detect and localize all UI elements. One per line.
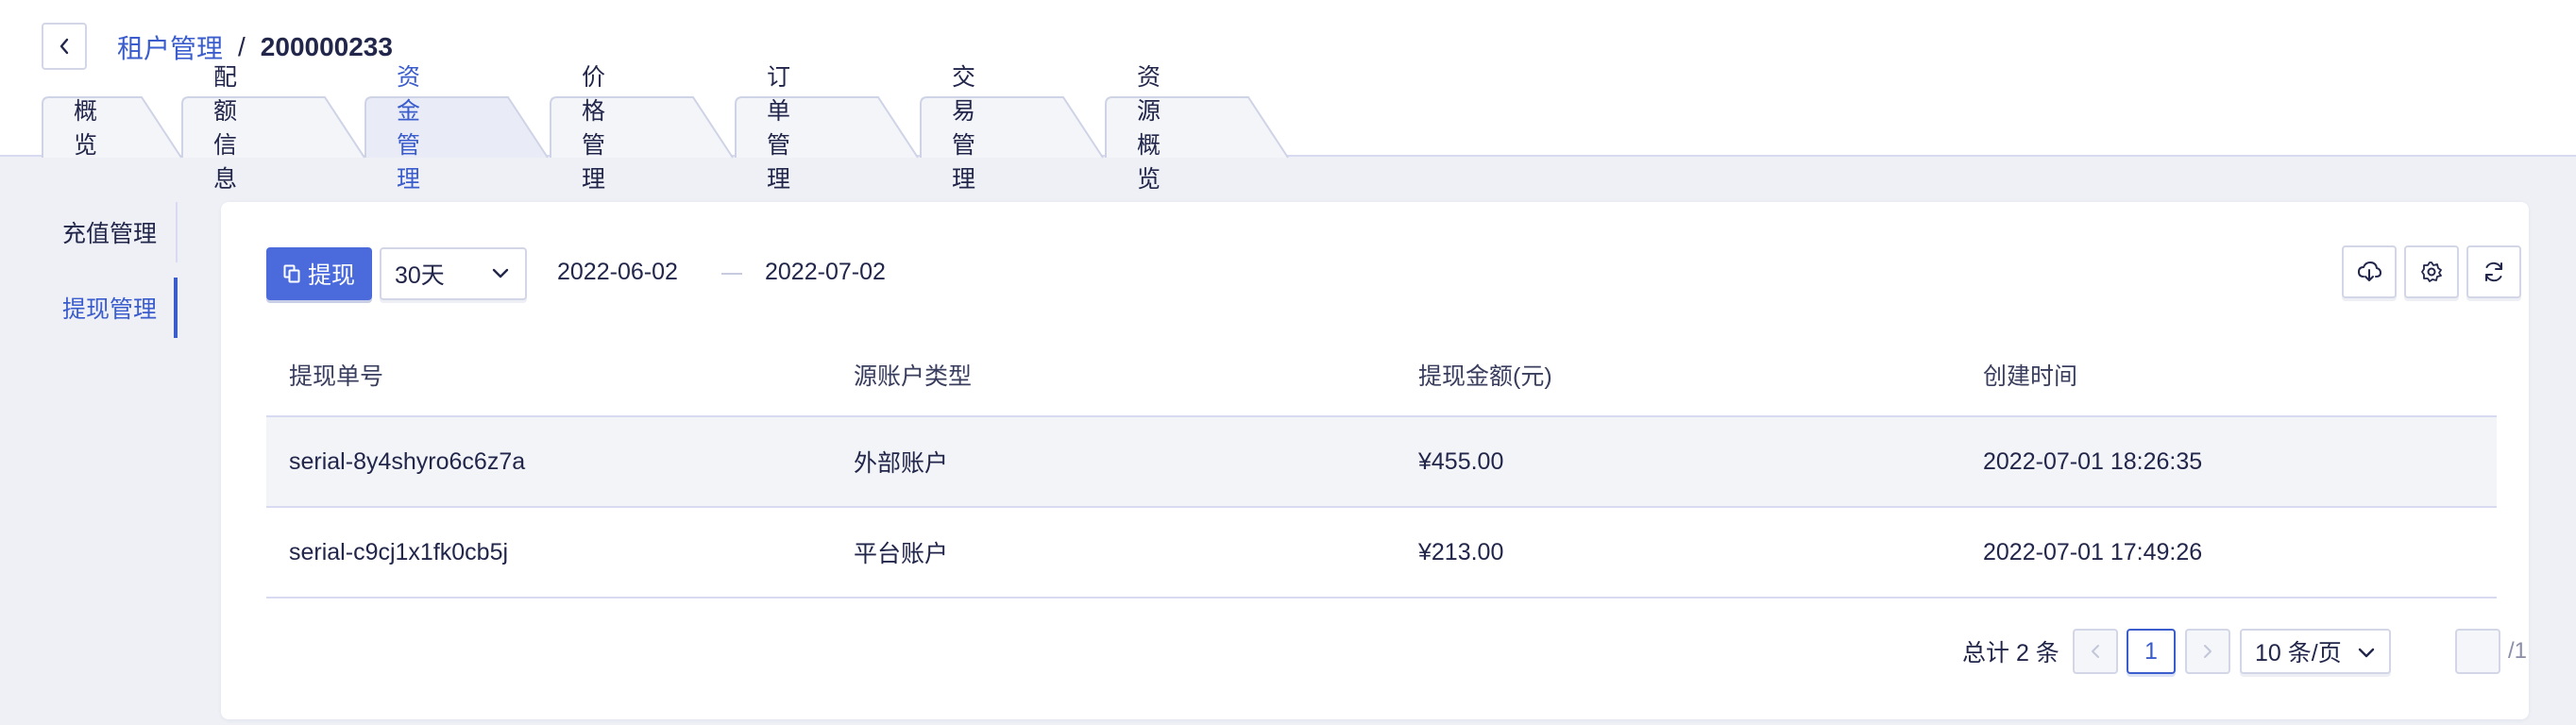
chevron-down-icon	[2358, 648, 2375, 658]
cell-serial: serial-8y4shyro6c6z7a	[289, 447, 526, 475]
withdraw-table: 提现单号 源账户类型 提现金额(元) 创建时间 serial-8y4shyro6…	[266, 334, 2497, 599]
tab-label: 价格管理	[582, 64, 606, 193]
tab-label: 配额信息	[213, 64, 238, 193]
pagination: 总计 2 条 1 10 条/页 /1	[1962, 629, 2529, 674]
cell-account-type: 外部账户	[854, 450, 949, 477]
sidebar-item-label: 提现管理	[62, 296, 158, 323]
column-header-account-type: 源账户类型	[854, 363, 973, 390]
back-button[interactable]	[42, 23, 87, 70]
tab-label: 交易管理	[952, 64, 976, 193]
date-range-separator	[721, 273, 742, 275]
cell-created: 2022-07-01 17:49:26	[1983, 538, 2203, 565]
sidebar-item-withdraw[interactable]: 提现管理	[0, 278, 178, 338]
chevron-right-icon	[2204, 645, 2212, 658]
cell-serial: serial-c9cj1x1fk0cb5j	[289, 538, 509, 565]
date-range-end[interactable]: 2022-07-02	[765, 259, 886, 286]
sidebar-item-label: 充值管理	[62, 221, 158, 247]
table-row[interactable]: serial-c9cj1x1fk0cb5j 平台账户 ¥213.00 2022-…	[266, 508, 2497, 599]
sidebar-item-recharge[interactable]: 充值管理	[0, 202, 178, 262]
total-pages: /1	[2508, 638, 2528, 664]
settings-button[interactable]	[2404, 245, 2459, 298]
breadcrumb-separator: /	[238, 32, 246, 61]
tab-pricing[interactable]: 价格管理	[550, 64, 734, 193]
cell-amount: ¥455.00	[1418, 447, 1504, 475]
next-page-button[interactable]	[2185, 629, 2230, 674]
page-number-button[interactable]: 1	[2127, 629, 2176, 674]
tab-orders[interactable]: 订单管理	[735, 64, 919, 193]
top-bar: 租户管理 / 200000233 概览 配额信息 资金管理 价格管理 订单管理 …	[0, 0, 2576, 193]
tab-transactions[interactable]: 交易管理	[920, 64, 1104, 193]
refresh-button[interactable]	[2466, 245, 2521, 298]
copy-icon	[283, 264, 300, 283]
date-range-start[interactable]: 2022-06-02	[557, 259, 678, 286]
withdraw-button-label: 提现	[307, 262, 355, 289]
settings-icon	[2421, 261, 2442, 282]
breadcrumb: 租户管理 / 200000233	[117, 26, 393, 68]
withdraw-panel: 提现 30天 2022-06-02 2022-07-02 提现单号 源账户类型 …	[221, 202, 2529, 719]
table-row[interactable]: serial-8y4shyro6c6z7a 外部账户 ¥455.00 2022-…	[266, 417, 2497, 508]
table-header: 提现单号 源账户类型 提现金额(元) 创建时间	[266, 334, 2497, 417]
cloud-download-icon	[2357, 261, 2381, 281]
tab-label: 资金管理	[397, 64, 421, 193]
tab-label: 资源概览	[1137, 64, 1161, 193]
breadcrumb-parent-link[interactable]: 租户管理	[117, 28, 223, 66]
prev-page-button[interactable]	[2073, 629, 2118, 674]
column-header-amount: 提现金额(元)	[1418, 363, 1552, 390]
page-size-select[interactable]: 10 条/页	[2240, 629, 2391, 674]
refresh-icon	[2485, 261, 2502, 282]
breadcrumb-current: 200000233	[260, 32, 393, 61]
column-header-serial: 提现单号	[289, 363, 384, 390]
page-size-value: 10 条/页	[2255, 640, 2342, 666]
time-range-value: 30天	[395, 262, 445, 289]
tab-label: 概览	[74, 98, 98, 159]
cell-account-type: 平台账户	[854, 541, 949, 567]
tab-overview[interactable]: 概览	[42, 96, 182, 159]
cell-amount: ¥213.00	[1418, 538, 1504, 565]
page-jump-input[interactable]	[2455, 629, 2500, 674]
chevron-left-icon	[59, 38, 69, 55]
download-button[interactable]	[2342, 245, 2397, 298]
tab-label: 订单管理	[767, 64, 791, 193]
tab-resources[interactable]: 资源概览	[1105, 64, 1289, 193]
tab-quota[interactable]: 配额信息	[181, 64, 365, 193]
time-range-select[interactable]: 30天	[380, 247, 527, 300]
pagination-total: 总计 2 条	[1962, 640, 2059, 666]
cell-created: 2022-07-01 18:26:35	[1983, 447, 2203, 475]
column-header-created: 创建时间	[1983, 363, 2078, 390]
withdraw-button[interactable]: 提现	[266, 247, 372, 300]
chevron-down-icon	[492, 268, 509, 278]
tab-funds[interactable]: 资金管理	[364, 64, 549, 193]
chevron-left-icon	[2092, 645, 2099, 658]
